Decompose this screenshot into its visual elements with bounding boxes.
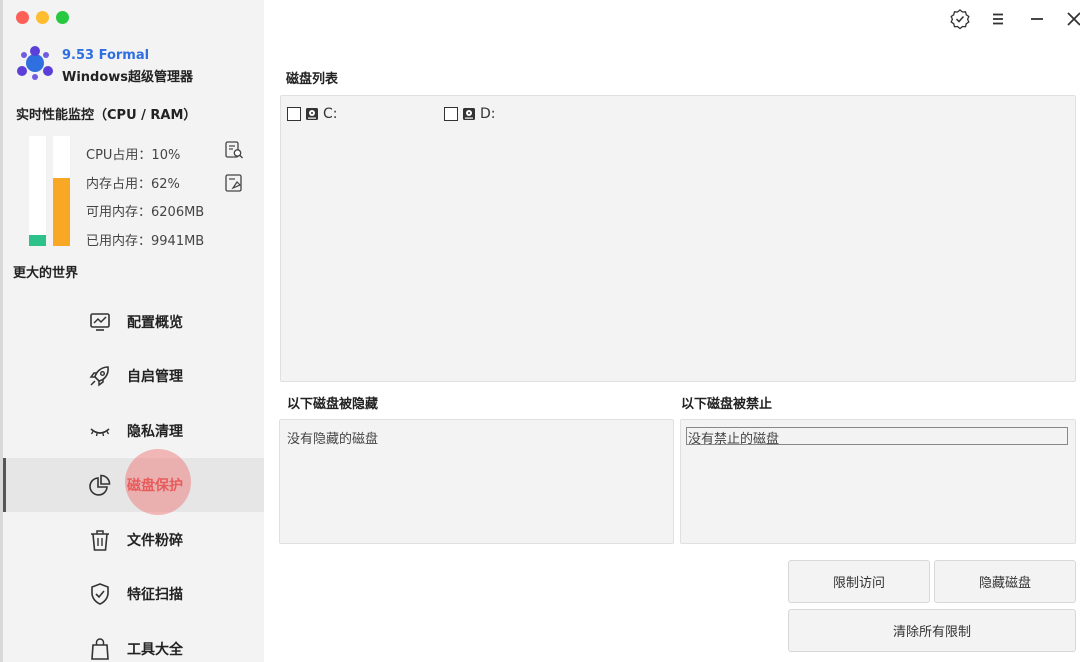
molecule-logo-icon bbox=[17, 46, 53, 80]
closed-eye-icon bbox=[90, 428, 110, 437]
blocked-disks-empty: 没有禁止的磁盘 bbox=[688, 432, 780, 447]
restrict-access-button[interactable]: 限制访问 bbox=[788, 560, 930, 603]
nav-label: 配置概览 bbox=[127, 315, 183, 331]
clear-all-restrictions-button[interactable]: 清除所有限制 bbox=[788, 609, 1076, 652]
memory-usage-fill bbox=[53, 177, 70, 246]
cpu-usage-bar bbox=[29, 136, 46, 246]
memory-usage-text: 内存占用：62% bbox=[86, 177, 180, 192]
nav-label: 工具大全 bbox=[127, 642, 183, 658]
app-name: Windows超级管理器 bbox=[62, 70, 194, 85]
shopping-bag-icon bbox=[91, 638, 109, 660]
rocket-icon bbox=[89, 366, 109, 387]
nav-label: 文件粉碎 bbox=[127, 533, 183, 549]
nav-item-privacy-cleanup[interactable]: 隐私清理 bbox=[3, 404, 264, 458]
close-window-button[interactable] bbox=[16, 11, 29, 24]
cpu-usage-fill bbox=[29, 235, 46, 246]
shield-check-icon bbox=[91, 583, 109, 605]
window-controls bbox=[16, 11, 69, 24]
hard-drive-icon bbox=[306, 108, 318, 120]
blocked-disks-title: 以下磁盘被禁止 bbox=[681, 397, 773, 412]
app-version: 9.53 Formal bbox=[62, 48, 150, 63]
used-memory-text: 已用内存：9941MB bbox=[86, 234, 205, 249]
click-indicator bbox=[125, 449, 191, 515]
minimize-window-button[interactable] bbox=[36, 11, 49, 24]
cpu-usage-text: CPU占用：10% bbox=[86, 148, 181, 163]
minimize-icon[interactable] bbox=[1026, 8, 1048, 30]
disk-c-checkbox[interactable] bbox=[287, 107, 301, 121]
disk-list-title: 磁盘列表 bbox=[286, 72, 339, 87]
disk-c-label: C: bbox=[323, 106, 338, 122]
cpu-search-icon[interactable] bbox=[224, 140, 244, 160]
hidden-disks-empty: 没有隐藏的磁盘 bbox=[287, 432, 379, 447]
memory-usage-bar bbox=[53, 136, 70, 246]
close-icon[interactable] bbox=[1063, 8, 1080, 30]
pie-chart-icon bbox=[89, 474, 111, 496]
disk-item-c[interactable]: C: bbox=[287, 106, 338, 122]
hide-disk-button[interactable]: 隐藏磁盘 bbox=[934, 560, 1076, 603]
nav-item-signature-scan[interactable]: 特征扫描 bbox=[3, 567, 264, 621]
sidebar: 9.53 Formal Windows超级管理器 实时性能监控（CPU / RA… bbox=[0, 0, 264, 662]
nav-item-startup-manager[interactable]: 自启管理 bbox=[3, 349, 264, 403]
nav-label: 隐私清理 bbox=[127, 424, 183, 440]
hidden-disks-title: 以下磁盘被隐藏 bbox=[287, 397, 379, 412]
chart-monitor-icon bbox=[90, 313, 110, 331]
nav-item-toolbox[interactable]: 工具大全 bbox=[3, 622, 264, 662]
section-title: 更大的世界 bbox=[13, 266, 79, 281]
disk-d-checkbox[interactable] bbox=[444, 107, 458, 121]
nav-label: 自启管理 bbox=[127, 369, 183, 385]
maximize-window-button[interactable] bbox=[56, 11, 69, 24]
trash-icon bbox=[91, 530, 109, 551]
menu-icon[interactable] bbox=[987, 8, 1009, 30]
nav-label: 特征扫描 bbox=[127, 587, 183, 603]
disk-d-label: D: bbox=[480, 106, 496, 122]
disk-item-d[interactable]: D: bbox=[444, 106, 496, 122]
nav-item-config-overview[interactable]: 配置概览 bbox=[3, 295, 264, 349]
verified-badge-icon[interactable] bbox=[949, 8, 971, 30]
available-memory-text: 可用内存：6206MB bbox=[86, 205, 205, 220]
hard-drive-icon bbox=[463, 108, 475, 120]
memory-clean-icon[interactable] bbox=[224, 173, 244, 193]
monitor-title: 实时性能监控（CPU / RAM） bbox=[16, 108, 197, 123]
nav-item-file-shredder[interactable]: 文件粉碎 bbox=[3, 513, 264, 567]
disk-list-panel bbox=[280, 95, 1076, 382]
